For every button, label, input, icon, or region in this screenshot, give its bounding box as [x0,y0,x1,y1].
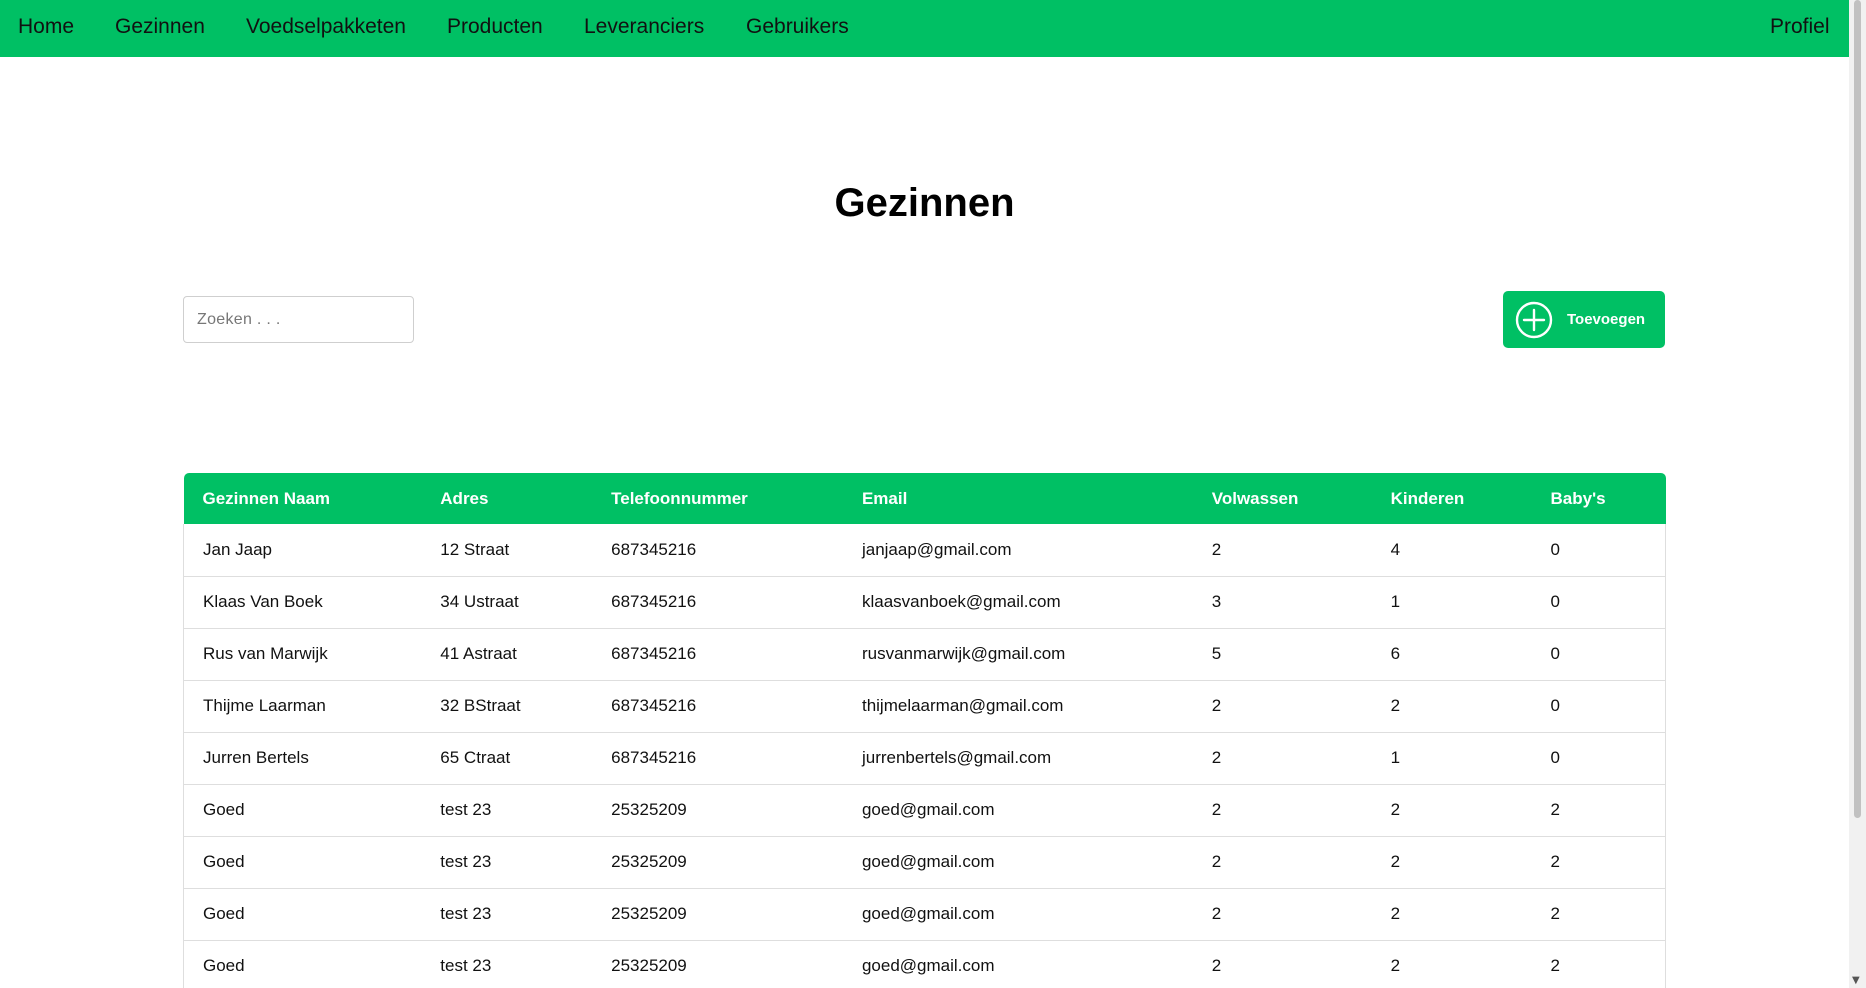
table-row[interactable]: Goed test 23 25325209 goed@gmail.com 2 2… [183,940,1666,988]
cell-children: 6 [1371,628,1532,681]
cell-address: test 23 [421,888,593,941]
cell-email: janjaap@gmail.com [842,524,1193,577]
cell-babies: 0 [1531,732,1666,785]
header-adres[interactable]: Adres [421,473,592,524]
cell-address: test 23 [421,784,593,837]
cell-name: Jan Jaap [183,524,422,577]
cell-phone: 25325209 [592,888,843,941]
vertical-scrollbar[interactable]: ▼ [1849,0,1866,988]
cell-name: Goed [183,888,422,941]
cell-babies: 0 [1531,628,1666,681]
cell-name: Goed [183,940,422,988]
cell-email: thijmelaarman@gmail.com [842,680,1193,733]
cell-address: 65 Ctraat [421,732,593,785]
cell-adults: 2 [1192,680,1372,733]
cell-children: 2 [1371,888,1532,941]
add-button-label: Toevoegen [1567,311,1646,328]
cell-name: Jurren Bertels [183,732,422,785]
header-volwassen[interactable]: Volwassen [1193,473,1372,524]
table-row[interactable]: Goed test 23 25325209 goed@gmail.com 2 2… [183,784,1666,837]
cell-phone: 687345216 [592,576,843,629]
cell-babies: 2 [1531,784,1666,837]
cell-children: 2 [1371,836,1532,889]
cell-phone: 687345216 [592,680,843,733]
cell-phone: 687345216 [592,732,843,785]
cell-email: rusvanmarwijk@gmail.com [842,628,1193,681]
cell-name: Goed [183,784,422,837]
page-title: Gezinnen [834,181,1015,225]
top-navbar: Home Gezinnen Voedselpakketen Producten … [0,0,1849,57]
cell-email: goed@gmail.com [842,836,1193,889]
cell-adults: 2 [1192,524,1372,577]
cell-babies: 2 [1531,940,1666,988]
cell-email: goed@gmail.com [842,888,1193,941]
cell-adults: 2 [1192,732,1372,785]
cell-address: 32 BStraat [421,680,593,733]
table-row[interactable]: Goed test 23 25325209 goed@gmail.com 2 2… [183,836,1666,889]
table-row[interactable]: Jurren Bertels 65 Ctraat 687345216 jurre… [183,732,1666,785]
nav-producten-link[interactable]: Producten [447,15,543,39]
cell-babies: 0 [1531,524,1666,577]
table-row[interactable]: Klaas Van Boek 34 Ustraat 687345216 klaa… [183,576,1666,629]
header-kinderen[interactable]: Kinderen [1372,473,1532,524]
cell-babies: 0 [1531,576,1666,629]
cell-phone: 25325209 [592,784,843,837]
cell-babies: 0 [1531,680,1666,733]
table-row[interactable]: Rus van Marwijk 41 Astraat 687345216 rus… [183,628,1666,681]
cell-children: 1 [1371,576,1532,629]
cell-phone: 25325209 [592,940,843,988]
cell-phone: 25325209 [592,836,843,889]
cell-address: 34 Ustraat [421,576,593,629]
cell-name: Goed [183,836,422,889]
header-email[interactable]: Email [843,473,1193,524]
cell-email: goed@gmail.com [842,784,1193,837]
cell-adults: 3 [1192,576,1372,629]
cell-children: 2 [1371,680,1532,733]
cell-name: Klaas Van Boek [183,576,422,629]
cell-email: jurrenbertels@gmail.com [842,732,1193,785]
nav-gezinnen-link[interactable]: Gezinnen [115,15,205,39]
nav-leveranciers-link[interactable]: Leveranciers [584,15,704,39]
search-input[interactable] [183,296,414,343]
nav-gebruikers-link[interactable]: Gebruikers [746,15,849,39]
cell-address: 12 Straat [421,524,593,577]
cell-address: test 23 [421,940,593,988]
nav-profiel-link[interactable]: Profiel [1770,15,1830,39]
cell-phone: 687345216 [592,524,843,577]
cell-babies: 2 [1531,888,1666,941]
cell-address: test 23 [421,836,593,889]
plus-circle-icon [1515,301,1553,338]
table-row[interactable]: Goed test 23 25325209 goed@gmail.com 2 2… [183,888,1666,941]
scroll-down-arrow-icon[interactable]: ▼ [1852,975,1860,986]
cell-children: 2 [1371,784,1532,837]
cell-children: 4 [1371,524,1532,577]
table-row[interactable]: Thijme Laarman 32 BStraat 687345216 thij… [183,680,1666,733]
cell-children: 2 [1371,940,1532,988]
cell-babies: 2 [1531,836,1666,889]
nav-home-link[interactable]: Home [18,15,74,39]
cell-name: Thijme Laarman [183,680,422,733]
header-gezinnen-naam[interactable]: Gezinnen Naam [184,473,422,524]
cell-email: klaasvanboek@gmail.com [842,576,1193,629]
cell-adults: 2 [1192,836,1372,889]
cell-adults: 2 [1192,784,1372,837]
families-table-container: Gezinnen Naam Adres Telefoonnummer Email… [183,473,1666,988]
scrollbar-thumb[interactable] [1854,0,1861,818]
families-table: Gezinnen Naam Adres Telefoonnummer Email… [183,473,1666,988]
cell-address: 41 Astraat [421,628,593,681]
nav-voedselpakketten-link[interactable]: Voedselpakketen [246,15,406,39]
cell-name: Rus van Marwijk [183,628,422,681]
table-row[interactable]: Jan Jaap 12 Straat 687345216 janjaap@gma… [183,524,1666,577]
cell-adults: 2 [1192,888,1372,941]
header-babys[interactable]: Baby's [1532,473,1666,524]
cell-adults: 5 [1192,628,1372,681]
header-telefoonnummer[interactable]: Telefoonnummer [592,473,843,524]
cell-phone: 687345216 [592,628,843,681]
cell-children: 1 [1371,732,1532,785]
table-header-row: Gezinnen Naam Adres Telefoonnummer Email… [183,473,1666,524]
cell-adults: 2 [1192,940,1372,988]
add-family-button[interactable]: Toevoegen [1503,291,1665,348]
cell-email: goed@gmail.com [842,940,1193,988]
